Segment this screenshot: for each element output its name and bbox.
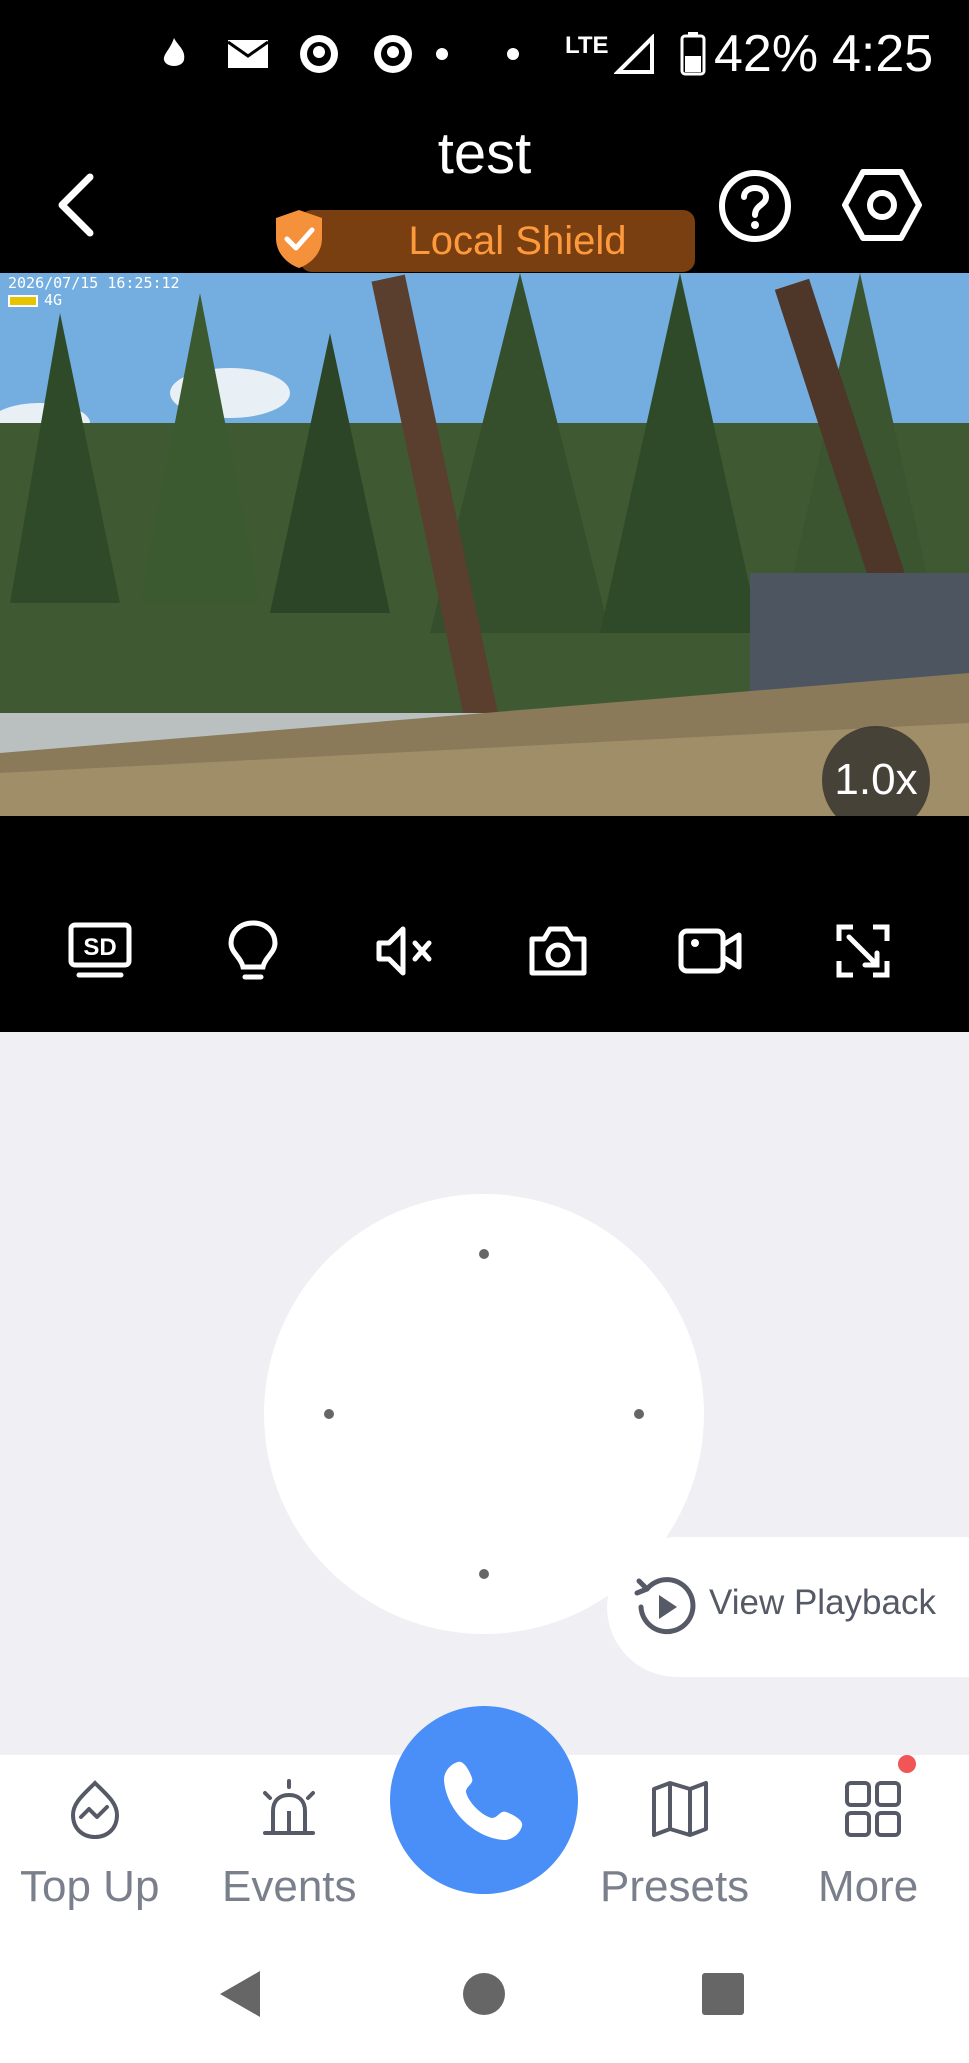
nav-presets[interactable]: Presets <box>582 1755 777 1943</box>
osd-datetime: 2026/07/15 16:25:12 <box>8 274 180 292</box>
forest-scene-image <box>0 273 969 816</box>
help-button[interactable] <box>716 167 794 245</box>
clock: 4:25 <box>832 25 934 83</box>
back-icon <box>58 173 94 237</box>
battery-icon <box>680 30 706 78</box>
nav-events[interactable]: Events <box>195 1755 390 1943</box>
snapshot-icon <box>529 926 587 976</box>
light-icon <box>228 920 278 980</box>
presets-icon <box>652 1781 708 1837</box>
shield-check-icon <box>272 208 326 270</box>
page-title: test <box>437 121 532 186</box>
settings-icon <box>842 169 922 241</box>
system-recents-icon[interactable] <box>700 1971 746 2017</box>
dot-icon <box>435 30 449 78</box>
view-playback-label: View Playback <box>709 1583 936 1622</box>
view-playback-button[interactable]: View Playback <box>607 1537 969 1677</box>
snapshot-button[interactable] <box>523 916 593 986</box>
nav-more-label: More <box>818 1862 919 1911</box>
joystick-up-marker <box>479 1249 489 1259</box>
system-home-icon[interactable] <box>461 1971 507 2017</box>
dot-icon <box>506 30 520 78</box>
notification-dot <box>898 1755 916 1773</box>
sd-label: SD <box>83 934 116 961</box>
light-button[interactable] <box>218 916 288 986</box>
live-video-feed[interactable]: 2026/07/15 16:25:12 4G 1.0x <box>0 273 969 816</box>
fire-icon <box>160 30 188 78</box>
nav-top-up-label: Top Up <box>20 1862 160 1911</box>
top-up-icon <box>70 1780 120 1840</box>
app-icon <box>372 30 414 78</box>
network-type: LTE <box>565 32 609 59</box>
system-nav-bar <box>0 1943 969 2063</box>
phone-icon <box>444 1761 523 1840</box>
more-icon <box>845 1781 901 1837</box>
joystick-left-marker <box>324 1409 334 1419</box>
sd-quality-button[interactable]: SD <box>65 916 135 986</box>
local-shield-badge[interactable]: Local Shield <box>300 210 695 272</box>
signal-icon <box>614 30 654 78</box>
mute-button[interactable] <box>370 916 440 986</box>
status-bar: LTE 42% 4:25 <box>0 0 969 110</box>
record-icon <box>678 928 742 974</box>
mail-icon <box>226 30 270 78</box>
events-icon <box>263 1779 315 1835</box>
joystick-right-marker <box>634 1409 644 1419</box>
mute-icon <box>376 926 432 976</box>
settings-button[interactable] <box>839 162 925 248</box>
fullscreen-button[interactable] <box>828 916 898 986</box>
nav-top-up[interactable]: Top Up <box>0 1755 195 1943</box>
record-button[interactable] <box>675 916 745 986</box>
back-button[interactable] <box>48 165 108 245</box>
playback-icon <box>634 1577 696 1635</box>
ptz-control-area: View Playback <box>0 1032 969 1755</box>
call-button[interactable] <box>390 1706 578 1894</box>
nav-more[interactable]: More <box>777 1755 969 1943</box>
nav-events-label: Events <box>222 1862 357 1911</box>
sd-quality-icon: SD <box>68 922 132 978</box>
osd-signal: 4G <box>44 291 63 309</box>
video-toolbar: SD <box>0 816 969 1032</box>
osd-overlay: 2026/07/15 16:25:12 4G <box>8 275 180 309</box>
system-back-icon[interactable] <box>216 1967 264 2021</box>
joystick-down-marker <box>479 1569 489 1579</box>
battery-percent: 42% <box>714 25 819 83</box>
badge-label: Local Shield <box>408 218 627 263</box>
osd-battery-icon <box>8 294 38 307</box>
app-header: test Local Shield <box>0 110 969 273</box>
nav-presets-label: Presets <box>600 1862 750 1911</box>
fullscreen-icon <box>836 924 890 978</box>
app-icon <box>298 30 340 78</box>
help-icon <box>719 170 791 242</box>
